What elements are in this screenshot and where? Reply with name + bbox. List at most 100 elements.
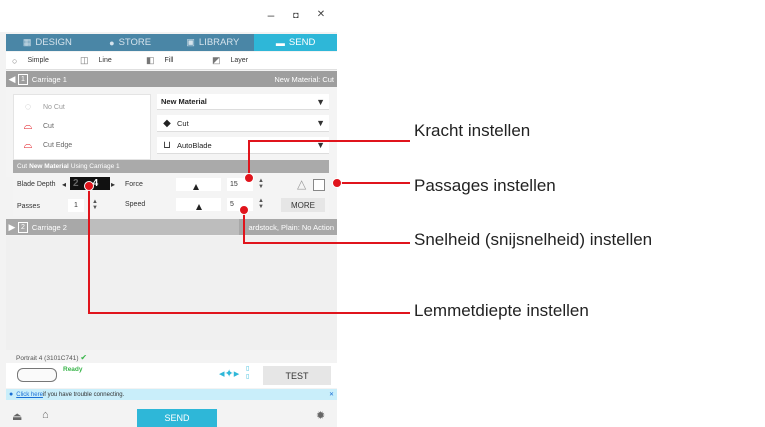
mode-fill[interactable]: ◧ Fill <box>146 55 212 66</box>
action-list: ◌ No Cut ⌓ Cut ⌓ Cut Edge <box>13 94 151 160</box>
action-cut-edge[interactable]: ⌓ Cut Edge <box>20 139 73 152</box>
dropdown-arrow-icon: ▼ <box>316 118 325 128</box>
mode-line[interactable]: ◫ Line <box>80 55 146 66</box>
tab-library[interactable]: ▣ LIBRARY <box>172 34 255 51</box>
callout-line-speed-vertical <box>243 212 245 244</box>
dropdown-arrow-icon: ▼ <box>316 96 325 107</box>
line-segment-icon: △ <box>297 177 307 191</box>
autoblade-icon: ⊔ <box>163 139 171 151</box>
tab-label: DESIGN <box>35 37 72 48</box>
passes-stepper[interactable]: ▲ ▼ <box>92 199 98 211</box>
passes-input[interactable]: 1 <box>68 199 84 212</box>
close-button[interactable]: ✕ <box>312 6 330 24</box>
cut-settings-header: Cut New Material Using Carriage 1 <box>13 160 329 173</box>
carriage-2-tool-area <box>89 219 239 235</box>
cutbar-prefix: Cut <box>17 163 28 170</box>
ready-status: Ready <box>63 366 83 373</box>
move-arrows-icon[interactable]: ◂✦▸ <box>219 367 239 380</box>
callout-line-speed <box>243 242 410 244</box>
fill-icon: ◧ <box>146 55 155 65</box>
carriage-toggle-icon[interactable]: ▯ ▯ <box>246 365 249 381</box>
device-status: Portrait 4 (3101C741) ✔ <box>16 353 87 362</box>
carriage-label: Carriage 1 <box>31 74 67 84</box>
machine-icon[interactable]: ⏏ <box>12 410 22 423</box>
mode-label: Fill <box>164 57 174 64</box>
close-icon[interactable]: ✕ <box>329 391 334 398</box>
cut-tool-icon: ◆ <box>163 117 171 129</box>
action-select[interactable]: ◆ Cut ▼ <box>157 115 329 132</box>
action-no-cut[interactable]: ◌ No Cut <box>20 101 65 113</box>
no-cut-icon: ◌ <box>24 101 32 113</box>
blade-decrease-button[interactable]: ◂ <box>62 180 66 189</box>
graduation-cap-icon[interactable]: ⌂ <box>42 409 49 421</box>
carriage-1-bar[interactable]: ◀ 1 Carriage 1 New Material: Cut <box>6 71 337 87</box>
store-icon: ● <box>109 37 115 48</box>
action-label: Cut Edge <box>43 142 73 149</box>
cut-edge-icon: ⌓ <box>23 139 33 151</box>
cutbar-material: New Material <box>29 163 69 170</box>
speed-slider-thumb[interactable] <box>196 204 202 210</box>
passes-label: Passes <box>17 203 40 210</box>
layer-icon: ◩ <box>212 55 221 65</box>
line-icon: ◫ <box>80 55 89 65</box>
material-value: New Material <box>161 97 207 106</box>
action-label: Cut <box>43 123 54 130</box>
tab-send[interactable]: ▬ SEND <box>254 34 337 51</box>
mode-simple[interactable]: ○ Simple <box>6 56 80 66</box>
window-titlebar: – ◘ ✕ <box>0 0 337 32</box>
annotation-force: Kracht instellen <box>414 121 531 140</box>
gear-icon[interactable]: ✹ <box>316 409 325 422</box>
action-cut[interactable]: ⌓ Cut <box>20 120 54 133</box>
library-icon: ▣ <box>186 37 195 47</box>
send-icon: ▬ <box>275 37 285 48</box>
force-stepper[interactable]: ▲ ▼ <box>258 178 264 190</box>
mode-label: Simple <box>27 57 49 64</box>
force-label: Force <box>125 181 143 188</box>
connected-check-icon: ✔ <box>80 353 88 362</box>
connection-info-bar: ● Click here if you have trouble connect… <box>6 389 337 400</box>
speed-stepper[interactable]: ▲ ▼ <box>258 198 264 210</box>
action-value: Cut <box>177 118 189 128</box>
force-slider-thumb[interactable] <box>193 184 199 190</box>
callout-line-passes <box>338 182 410 184</box>
blade-increase-button[interactable]: ▸ <box>111 180 115 189</box>
carriage-summary: ardstock, Plain: No Action <box>248 222 334 232</box>
carriage-label: Carriage 2 <box>31 222 67 232</box>
tab-design[interactable]: ▦ DESIGN <box>6 34 89 51</box>
carriage-number: 2 <box>18 221 28 233</box>
blade-depth-label: Blade Depth <box>17 181 56 188</box>
blade-depth-prev: 2 <box>73 178 79 189</box>
callout-dot-passes <box>332 178 342 188</box>
send-button[interactable]: SEND <box>137 409 217 427</box>
main-tabs: ▦ DESIGN ● STORE ▣ LIBRARY ▬ SEND <box>6 34 337 51</box>
tab-store[interactable]: ● STORE <box>89 34 172 51</box>
minimize-button[interactable]: – <box>262 6 280 24</box>
speed-label: Speed <box>125 201 146 208</box>
carriage-summary: New Material: Cut <box>274 74 334 84</box>
cutter-icon <box>17 368 57 382</box>
tool-value: AutoBlade <box>177 140 212 150</box>
mode-label: Layer <box>230 57 249 64</box>
callout-line-force-vertical <box>248 140 250 177</box>
callout-line-blade-vertical <box>88 188 90 313</box>
mode-layer[interactable]: ◩ Layer <box>212 55 280 66</box>
action-label: No Cut <box>43 103 65 111</box>
device-name: Portrait 4 (3101C741) <box>16 355 79 362</box>
silhouette-send-panel: – ◘ ✕ ▦ DESIGN ● STORE ▣ LIBRARY ▬ SEND ○ Sim… <box>0 0 337 427</box>
test-button[interactable]: TEST <box>263 366 331 385</box>
annotation-passes: Passages instellen <box>414 176 556 195</box>
cutbar-suffix: Using Carriage 1 <box>70 163 120 170</box>
maximize-button[interactable]: ◘ <box>287 6 305 24</box>
more-button[interactable]: MORE <box>281 198 325 212</box>
help-link[interactable]: Click here <box>16 392 43 398</box>
callout-dot-speed <box>239 205 249 215</box>
shape-icon <box>313 179 325 191</box>
callout-dot-force <box>244 173 254 183</box>
grid-icon: ▦ <box>22 37 32 47</box>
tab-label: LIBRARY <box>198 37 240 48</box>
info-text: if you have trouble connecting. <box>42 391 125 398</box>
material-select[interactable]: New Material ▼ <box>157 94 329 110</box>
mode-label: Line <box>98 57 112 64</box>
info-icon: ● <box>9 391 14 398</box>
tab-label: SEND <box>288 37 316 48</box>
